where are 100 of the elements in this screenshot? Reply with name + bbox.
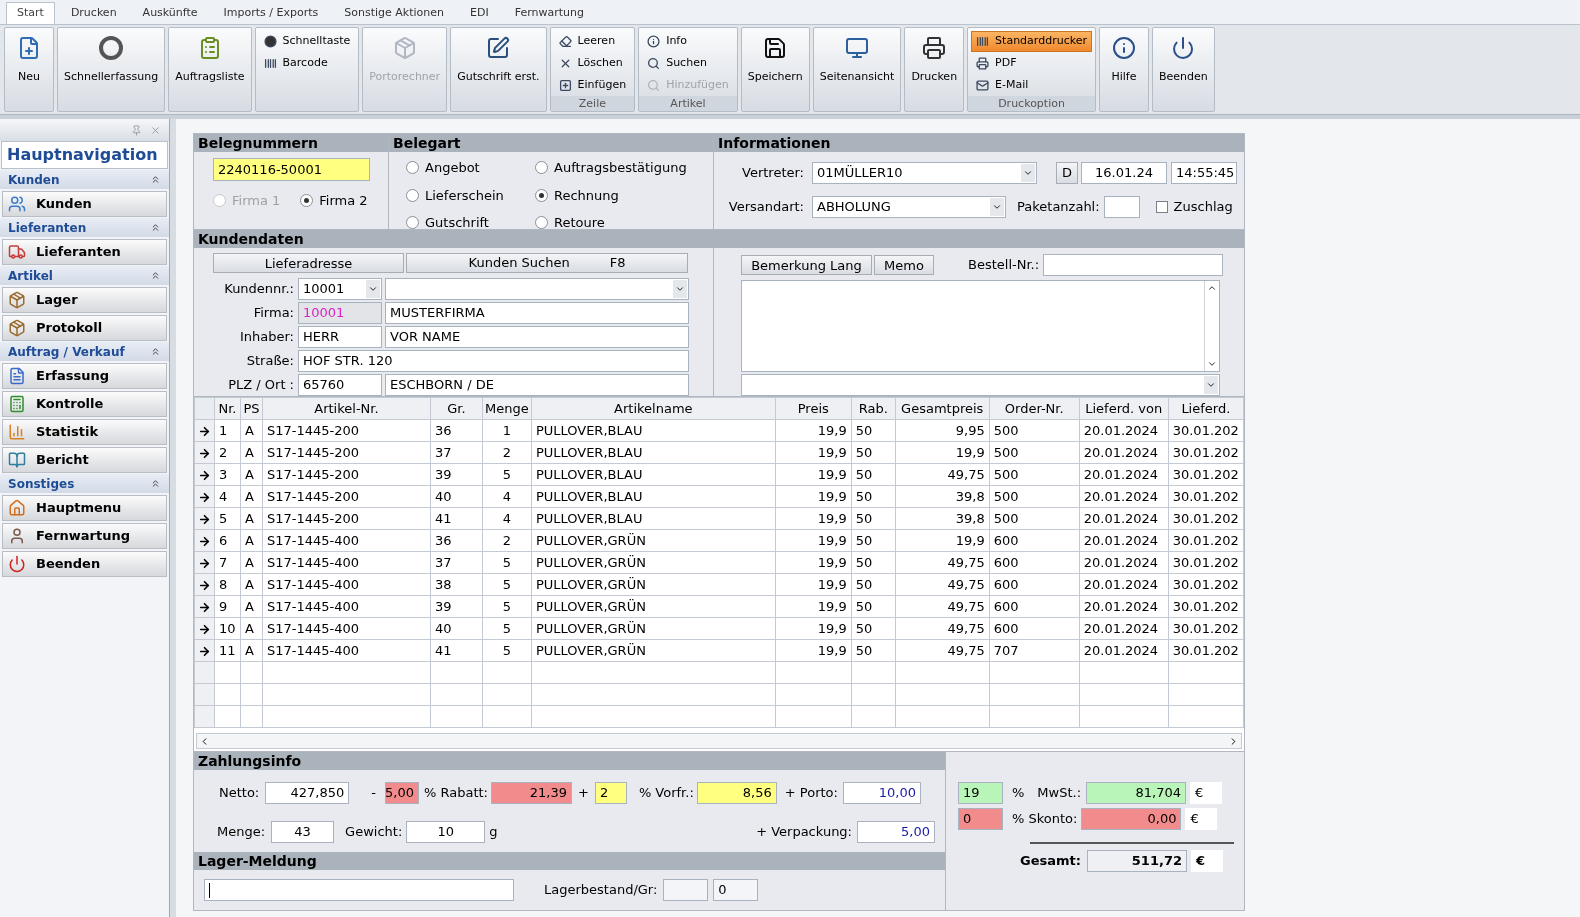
section-header[interactable]: Sonstiges [0,474,169,493]
sidebar-item[interactable]: Statistik [2,419,167,445]
ribbon-tab[interactable]: Imports / Exports [213,2,329,24]
ribbon-item[interactable]: Suchen [642,53,734,74]
input-field[interactable]: € [1190,782,1223,804]
section-header[interactable]: Kunden [0,170,169,189]
input-field[interactable]: € [1185,808,1218,830]
ribbon-tab[interactable]: Start [6,2,55,24]
row-pointer-icon[interactable] [198,446,211,460]
memo-button[interactable]: Memo [874,255,934,275]
ribbon-button[interactable]: Hilfe [1098,27,1149,112]
input-field[interactable]: 5,00 [384,782,419,804]
address-button[interactable]: Lieferadresse [213,253,404,273]
input-field[interactable]: 21,39 [490,782,572,804]
ribbon-item[interactable]: Standarddrucker [971,31,1092,52]
checkbox-option[interactable]: Zuschlag [1155,197,1233,217]
input-field[interactable]: 19 [958,782,1003,804]
input-field[interactable]: 81,704 [1086,782,1187,804]
radio-option[interactable]: Auftragsbestätigung [535,158,713,178]
ribbon-button[interactable]: Schnellerfassung [57,27,166,112]
input-field[interactable]: 0,00 [1081,808,1182,830]
ribbon-tab[interactable]: Drucken [60,2,127,24]
input-field[interactable]: 0 [958,808,1003,830]
date-button[interactable]: D [1056,162,1078,184]
sidebar-item[interactable]: Erfassung [2,363,167,389]
row-pointer-icon[interactable] [198,578,211,592]
input-field[interactable]: 14:55:45 [1171,162,1237,184]
ribbon-button[interactable]: Gutschrift erst. [450,27,547,112]
section-header[interactable]: Auftrag / Verkauf [0,342,169,361]
input-field[interactable]: 65760 [298,374,382,396]
row-pointer-icon[interactable] [198,600,211,614]
sidebar-item[interactable]: Kontrolle [2,391,167,417]
ribbon-tab[interactable]: Sonstige Aktionen [334,2,454,24]
column-header[interactable]: Lieferd. von [1079,397,1169,420]
column-header[interactable]: Preis [775,397,852,420]
ribbon-item[interactable]: Schnelltaste [258,31,356,52]
ribbon-button[interactable]: Speichern [740,27,810,112]
dropdown[interactable]: 01MÜLLER10 [812,162,1037,184]
row-pointer-icon[interactable] [198,512,211,526]
column-header[interactable]: Gr. [430,397,483,420]
ribbon-item[interactable]: Einfügen [553,75,632,96]
row-pointer-icon[interactable] [198,622,211,636]
sidebar-item[interactable]: Lager [2,287,167,313]
ribbon-button[interactable]: Neu [4,27,54,112]
input-field[interactable] [1103,196,1140,218]
input-field[interactable]: € [1191,850,1223,872]
input-field[interactable]: 0 [713,879,759,901]
ribbon-item[interactable]: Info [642,31,734,52]
ribbon-button[interactable]: Beenden [1151,27,1215,112]
input-field[interactable]: MUSTERFIRMA [385,302,689,324]
input-field[interactable]: ESCHBORN / DE [385,374,689,396]
input-field[interactable] [204,879,514,901]
ribbon-button[interactable]: Auftragsliste [168,27,252,112]
row-pointer-icon[interactable] [198,490,211,504]
sidebar-item[interactable]: Protokoll [2,315,167,341]
horizontal-scrollbar[interactable] [196,733,1242,749]
input-field[interactable]: 10 [406,821,486,843]
input-field[interactable]: 511,72 [1087,850,1187,872]
section-header[interactable]: Lieferanten [0,218,169,237]
column-header[interactable]: Menge [482,397,532,420]
sidebar-item[interactable]: Bericht [2,447,167,473]
radio-option[interactable]: Rechnung [535,185,713,205]
input-field[interactable]: 43 [271,821,335,843]
ribbon-tab[interactable]: EDI [460,2,499,24]
row-pointer-icon[interactable] [198,644,211,658]
ribbon-tab[interactable]: Auskünfte [132,2,208,24]
ribbon-item[interactable]: Leeren [553,31,632,52]
sidebar-item[interactable]: Kunden [2,191,167,217]
column-header[interactable]: Order-Nr. [989,397,1080,420]
dropdown[interactable]: ABHOLUNG [812,196,1006,218]
sidebar-item[interactable]: Lieferanten [2,239,167,265]
ribbon-item[interactable]: Löschen [553,53,632,74]
input-field[interactable]: VOR NAME [385,326,689,348]
column-header[interactable]: Lieferd. [1168,397,1244,420]
ribbon-tab[interactable]: Fernwartung [504,2,594,24]
radio-option[interactable]: Angebot [406,158,535,178]
ribbon-item[interactable]: E-Mail [971,75,1092,96]
input-field[interactable] [1043,254,1224,276]
input-field[interactable]: 2240116-50001 [213,158,370,181]
ribbon-button[interactable]: Drucken [904,27,965,112]
input-field[interactable]: 5,00 [857,821,935,843]
ribbon-item[interactable]: PDF [971,53,1092,74]
column-header[interactable]: Rab. [851,397,896,420]
row-pointer-icon[interactable] [198,556,211,570]
sidebar-item[interactable]: Beenden [2,551,167,577]
input-field[interactable]: 427,850 [265,782,350,804]
column-header[interactable]: Nr. [214,397,241,420]
section-header[interactable]: Artikel [0,266,169,285]
column-header[interactable]: Artikel-Nr. [262,397,431,420]
row-pointer-icon[interactable] [198,424,211,438]
input-field[interactable]: HOF STR. 120 [298,350,689,372]
input-field[interactable]: 16.01.24 [1081,162,1167,184]
row-pointer-icon[interactable] [198,534,211,548]
radio-option[interactable]: Firma 2 [300,191,368,211]
remark-button[interactable]: Bemerkung Lang [741,255,872,275]
input-field[interactable]: 8,56 [696,782,777,804]
search-button[interactable]: Kunden Suchen F8 [406,253,688,273]
column-header[interactable]: Artikelname [531,397,776,420]
column-header[interactable]: PS [240,397,263,420]
input-field[interactable]: 10,00 [842,782,921,804]
